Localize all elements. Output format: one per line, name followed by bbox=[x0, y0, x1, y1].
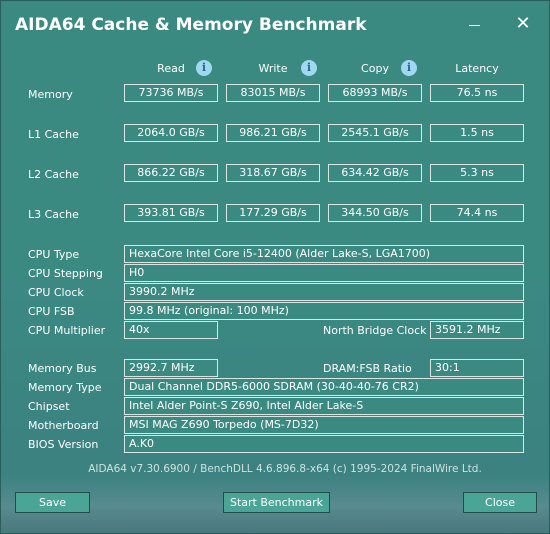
row-label-l1-cache: L1 Cache bbox=[28, 128, 79, 141]
cpu-multiplier-value: 40x bbox=[124, 321, 218, 339]
cpu-stepping-value: H0 bbox=[124, 264, 524, 282]
l2-copy-value: 634.42 GB/s bbox=[328, 164, 422, 182]
minimize-button[interactable] bbox=[457, 11, 497, 37]
close-window-button[interactable]: ✕ bbox=[503, 11, 543, 37]
row-label-memory: Memory bbox=[28, 88, 73, 101]
cpu-fsb-value: 99.8 MHz (original: 100 MHz) bbox=[124, 302, 524, 320]
l3-copy-value: 344.50 GB/s bbox=[328, 204, 422, 222]
l2-read-value: 866.22 GB/s bbox=[124, 164, 218, 182]
l1-read-value: 2064.0 GB/s bbox=[124, 124, 218, 142]
cpu-clock-value: 3990.2 MHz bbox=[124, 283, 524, 301]
bios-version-label: BIOS Version bbox=[28, 438, 99, 451]
memory-write-value: 83015 MB/s bbox=[226, 84, 320, 102]
north-bridge-clock-label: North Bridge Clock bbox=[323, 324, 427, 337]
cpu-clock-label: CPU Clock bbox=[28, 286, 84, 299]
north-bridge-clock-value: 3591.2 MHz bbox=[430, 321, 524, 339]
dram-fsb-ratio-value: 30:1 bbox=[430, 359, 524, 377]
l1-write-value: 986.21 GB/s bbox=[226, 124, 320, 142]
memory-latency-value: 76.5 ns bbox=[430, 84, 524, 102]
chipset-value: Intel Alder Point-S Z690, Intel Alder La… bbox=[124, 397, 524, 415]
start-benchmark-button[interactable]: Start Benchmark bbox=[223, 492, 330, 513]
copyright-footer: AIDA64 v7.30.6900 / BenchDLL 4.6.896.8-x… bbox=[88, 463, 482, 475]
row-label-l3-cache: L3 Cache bbox=[28, 208, 79, 221]
l3-write-value: 177.29 GB/s bbox=[226, 204, 320, 222]
memory-type-label: Memory Type bbox=[28, 381, 102, 394]
save-button[interactable]: Save bbox=[15, 492, 90, 513]
memory-bus-value: 2992.7 MHz bbox=[124, 359, 218, 377]
window-title: AIDA64 Cache & Memory Benchmark bbox=[15, 15, 367, 35]
cpu-type-label: CPU Type bbox=[28, 248, 80, 261]
read-info-icon[interactable]: i bbox=[196, 60, 212, 76]
chipset-label: Chipset bbox=[28, 400, 70, 413]
motherboard-value: MSI MAG Z690 Torpedo (MS-7D32) bbox=[124, 416, 524, 434]
bios-version-value: A.K0 bbox=[124, 435, 524, 453]
benchmark-window: AIDA64 Cache & Memory Benchmark ✕ Read i… bbox=[0, 0, 550, 534]
cpu-fsb-label: CPU FSB bbox=[28, 305, 75, 318]
motherboard-label: Motherboard bbox=[28, 419, 99, 432]
l2-write-value: 318.67 GB/s bbox=[226, 164, 320, 182]
column-header-latency: Latency bbox=[455, 62, 499, 75]
write-info-icon[interactable]: i bbox=[301, 60, 317, 76]
title-bar: AIDA64 Cache & Memory Benchmark ✕ bbox=[1, 1, 549, 51]
dram-fsb-ratio-label: DRAM:FSB Ratio bbox=[323, 362, 412, 375]
memory-read-value: 73736 MB/s bbox=[124, 84, 218, 102]
cpu-type-value: HexaCore Intel Core i5-12400 (Alder Lake… bbox=[124, 245, 524, 263]
close-button[interactable]: Close bbox=[463, 492, 537, 513]
copy-info-icon[interactable]: i bbox=[401, 60, 417, 76]
l3-latency-value: 74.4 ns bbox=[430, 204, 524, 222]
cpu-multiplier-label: CPU Multiplier bbox=[28, 324, 106, 337]
memory-type-value: Dual Channel DDR5-6000 SDRAM (30-40-40-7… bbox=[124, 378, 524, 396]
l2-latency-value: 5.3 ns bbox=[430, 164, 524, 182]
cpu-stepping-label: CPU Stepping bbox=[28, 267, 103, 280]
row-label-l2-cache: L2 Cache bbox=[28, 168, 79, 181]
l1-copy-value: 2545.1 GB/s bbox=[328, 124, 422, 142]
memory-bus-label: Memory Bus bbox=[28, 362, 97, 375]
memory-copy-value: 68993 MB/s bbox=[328, 84, 422, 102]
l3-read-value: 393.81 GB/s bbox=[124, 204, 218, 222]
l1-latency-value: 1.5 ns bbox=[430, 124, 524, 142]
